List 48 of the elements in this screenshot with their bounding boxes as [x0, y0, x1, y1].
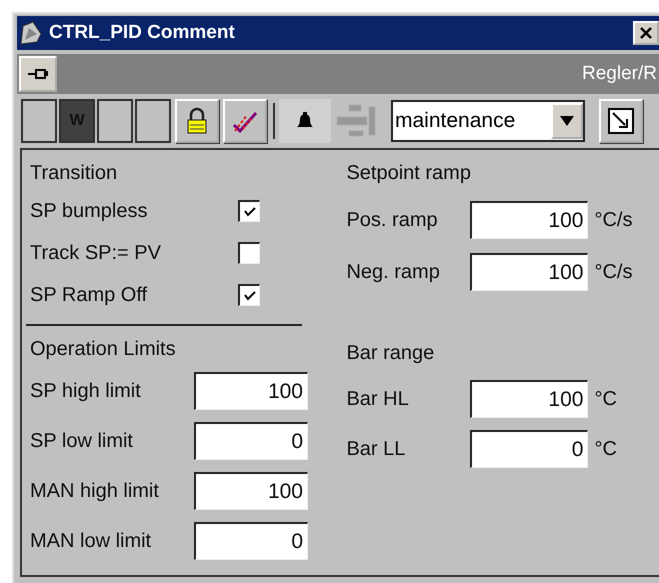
checkbox[interactable]	[238, 200, 260, 222]
window-title: CTRL_PID Comment	[49, 22, 235, 44]
field-label: Bar LL	[346, 438, 406, 460]
section-title: Transition	[30, 162, 118, 184]
unit-text: °C/s	[594, 260, 632, 284]
number-field[interactable]: 0	[194, 422, 308, 460]
resize-icon	[607, 107, 635, 135]
checkmark-icon	[244, 206, 256, 216]
option-label: Track SP:= PV	[30, 242, 162, 264]
close-icon	[639, 26, 653, 40]
bell-icon[interactable]	[279, 99, 331, 143]
caret-icon	[559, 115, 575, 127]
field-label: Bar HL	[346, 388, 410, 410]
field-label: SP low limit	[30, 430, 134, 452]
number-field[interactable]: 0	[194, 522, 308, 560]
unit-text: °C	[594, 388, 617, 410]
pin-button[interactable]	[19, 56, 57, 92]
expand-button[interactable]	[599, 99, 643, 143]
unit-text: °C/s	[594, 208, 632, 232]
number-field[interactable]: 100	[470, 201, 588, 239]
field-label: Neg. ramp	[346, 260, 441, 284]
number-field[interactable]: 100	[194, 372, 308, 410]
mode-dropdown[interactable]: maintenance	[391, 100, 585, 142]
field-label: Pos. ramp	[346, 208, 439, 232]
close-button[interactable]	[633, 21, 659, 45]
section-title: Bar range	[346, 342, 434, 364]
field-label: MAN low limit	[30, 530, 152, 552]
number-field[interactable]: 100	[470, 253, 588, 291]
dropdown-arrow-button[interactable]	[551, 103, 583, 139]
unit-text: °C	[594, 438, 617, 460]
lock-button[interactable]	[175, 99, 219, 143]
checkmark-button[interactable]	[223, 99, 267, 143]
field-label: MAN high limit	[30, 480, 160, 502]
pin-icon	[27, 66, 49, 82]
section-title: Setpoint ramp	[346, 162, 471, 184]
option-label: SP bumpless	[30, 200, 148, 222]
number-field[interactable]: 0	[470, 430, 588, 468]
number-field[interactable]: 100	[470, 380, 588, 418]
checkbox[interactable]	[238, 242, 260, 264]
number-field[interactable]: 100	[194, 472, 308, 510]
section-title: Operation Limits	[30, 338, 176, 360]
path-text: Regler/R	[582, 63, 657, 85]
checkbox[interactable]	[238, 284, 260, 306]
padlock-icon	[185, 107, 209, 135]
field-label: SP high limit	[30, 380, 142, 402]
checkmark-icon	[244, 290, 256, 300]
option-label: SP Ramp Off	[30, 284, 148, 306]
mode-text: maintenance	[395, 109, 516, 133]
